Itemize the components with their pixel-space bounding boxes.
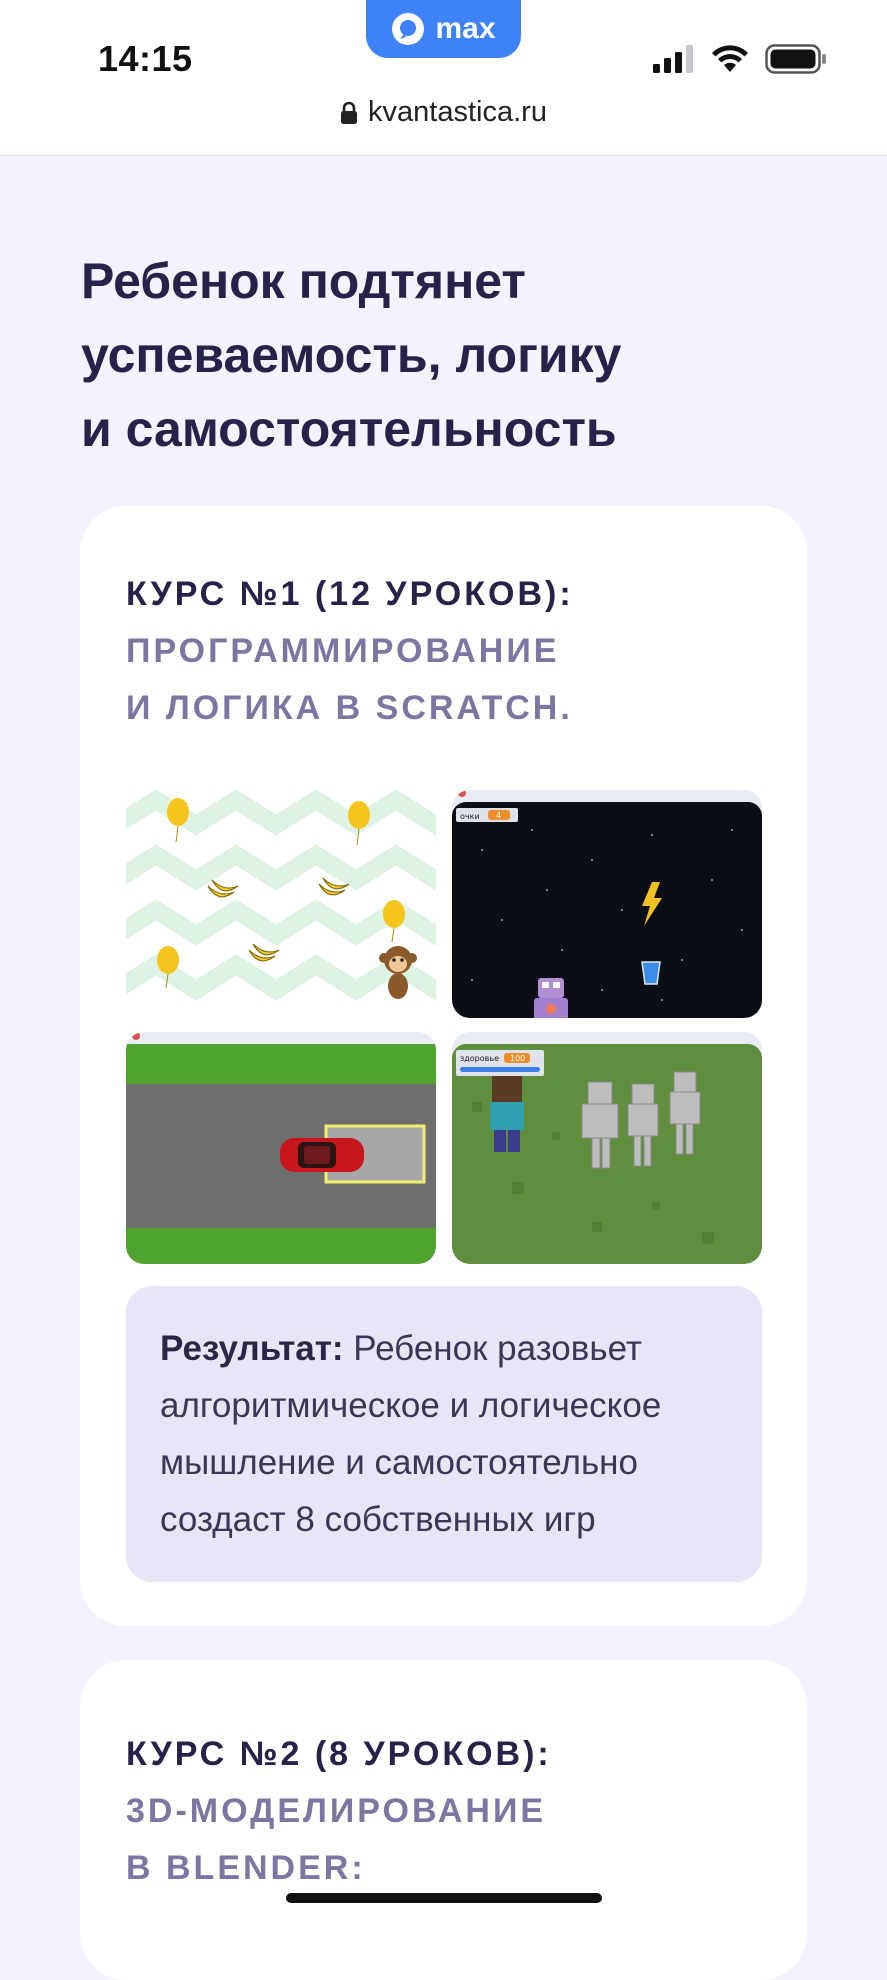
headline-line-1: Ребенок подтянет	[81, 253, 526, 309]
url-text: kvantastica.ru	[368, 96, 547, 128]
result-line-2: алгоритмическое и логическое	[160, 1386, 662, 1425]
course-2-card: КУРС №2 (8 УРОКОВ): 3D-МОДЕЛИРОВАНИЕ В B…	[80, 1660, 807, 1980]
monkey-game-image	[126, 790, 436, 1018]
minecraft-health-value: 100	[510, 1054, 525, 1063]
course-1-card: КУРС №1 (12 УРОКОВ): ПРОГРАММИРОВАНИЕ И …	[80, 506, 807, 1626]
skeleton-game-image: здоровье 100	[452, 1032, 762, 1264]
space-score-value: 4	[496, 811, 501, 820]
headline-line-2: успеваемость, логику	[81, 327, 622, 383]
red-car	[280, 1138, 364, 1172]
address-bar[interactable]: kvantastica.ru	[0, 96, 887, 129]
course-1-result-box: Результат: Ребенок разовьет алгоритмичес…	[126, 1286, 762, 1582]
browser-top-bar: 14:15 max kvantastica.ru	[0, 0, 887, 156]
battery-icon	[765, 44, 826, 74]
robot	[534, 978, 568, 1018]
skeletons	[581, 1071, 701, 1169]
status-icons	[653, 44, 827, 74]
space-game-image: очки 4	[452, 790, 762, 1018]
car-game-image	[126, 1032, 436, 1264]
space-score-label: очки	[460, 812, 480, 821]
glass-icon	[641, 961, 661, 985]
game-screenshot-monkey-bananas	[126, 790, 436, 1018]
result-line-4: создаст 8 собственных игр	[160, 1500, 596, 1539]
course-2-title-line-3: В BLENDER:	[126, 1849, 366, 1887]
course-2-title-line-2: 3D-МОДЕЛИРОВАНИЕ	[126, 1792, 547, 1830]
result-line-1: Ребенок разовьет	[353, 1329, 642, 1368]
course-1-title-line-3: И ЛОГИКА В SCRATCH.	[126, 689, 573, 727]
max-label: max	[435, 12, 496, 45]
minecraft-health-label: здоровье	[460, 1054, 499, 1063]
course-2-title-line-1: КУРС №2 (8 УРОКОВ):	[126, 1735, 552, 1773]
max-app-pill[interactable]: max	[366, 0, 521, 58]
status-time: 14:15	[98, 38, 193, 79]
lock-icon	[341, 101, 358, 124]
course-1-title-line-1: КУРС №1 (12 УРОКОВ):	[126, 575, 574, 613]
page-headline: Ребенок подтянет успеваемость, логику и …	[81, 244, 801, 466]
course-1-title-line-2: ПРОГРАММИРОВАНИЕ	[126, 632, 560, 670]
game-screenshot-car-parking	[126, 1032, 436, 1264]
course-1-title: КУРС №1 (12 УРОКОВ): ПРОГРАММИРОВАНИЕ И …	[126, 566, 574, 737]
home-indicator[interactable]	[286, 1893, 602, 1903]
headline-line-3: и самостоятельность	[81, 401, 617, 457]
max-logo-icon	[392, 13, 425, 45]
result-line-3: мышление и самостоятельно	[160, 1443, 638, 1482]
signal-icon	[653, 45, 693, 73]
course-2-title: КУРС №2 (8 УРОКОВ): 3D-МОДЕЛИРОВАНИЕ В B…	[126, 1726, 552, 1897]
game-screenshot-space-robot: очки 4	[452, 790, 762, 1018]
result-label: Результат:	[160, 1329, 354, 1368]
game-screenshot-skeletons: здоровье 100	[452, 1032, 762, 1264]
wifi-icon	[712, 45, 748, 72]
